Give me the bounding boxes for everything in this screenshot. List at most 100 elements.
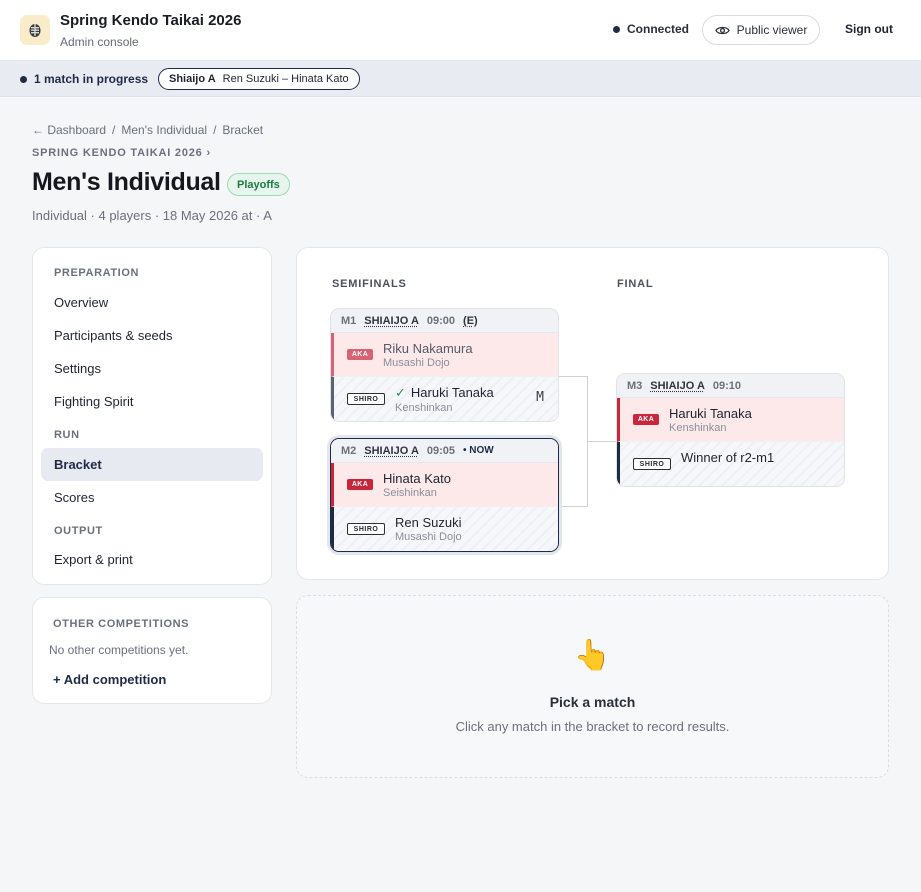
breadcrumb-separator: / — [213, 123, 217, 137]
shiro-slot: SHIRO ✓ Haruki Tanaka Kenshinkan M — [331, 377, 558, 421]
breadcrumb-section-link[interactable]: Men's Individual — [121, 123, 207, 137]
kendo-mask-icon — [29, 24, 41, 37]
section-output: OUTPUT — [54, 525, 103, 537]
public-viewer-label: Public viewer — [736, 23, 808, 37]
breadcrumb-dashboard-link[interactable]: ← Dashboard — [32, 123, 106, 137]
match-card-m3[interactable]: M3 SHIAIJO A 09:10 AKA Haruki Tanaka Ken… — [616, 373, 845, 487]
player-name: Haruki Tanaka — [410, 385, 494, 400]
live-court: Shiaijo A — [169, 73, 216, 85]
player-name-row: ✓ Haruki Tanaka — [395, 385, 494, 401]
match-header: M2 SHIAIJO A 09:05 • NOW — [331, 439, 558, 463]
player-dojo: Kenshinkan — [669, 421, 727, 434]
match-id: M3 — [627, 379, 643, 392]
connection-status: Connected — [613, 22, 689, 36]
player-name: Riku Nakamura — [383, 340, 473, 356]
shiro-tag: SHIRO — [633, 458, 671, 470]
match-id: M2 — [341, 444, 357, 457]
aka-tag: AKA — [347, 479, 373, 490]
aka-slot: AKA Hinata Kato Seishinkan — [331, 463, 558, 507]
match-card-m2[interactable]: M2 SHIAIJO A 09:05 • NOW AKA Hinata Kato… — [330, 438, 559, 552]
player: Ren Suzuki Musashi Dojo — [395, 515, 462, 543]
match-court: SHIAIJO A — [364, 314, 419, 327]
player-dojo: Seishinkan — [383, 486, 437, 499]
bracket-card: SEMIFINALS FINAL M1 SHIAIJO A 09:00 (E) … — [296, 247, 889, 580]
player-name: Ren Suzuki — [395, 515, 462, 530]
round-label-final: FINAL — [617, 278, 654, 290]
bracket-connector — [559, 376, 588, 507]
section-run: RUN — [54, 429, 80, 441]
section-preparation: PREPARATION — [54, 267, 140, 279]
match-progress: 1 match in progress — [20, 72, 148, 86]
shiro-slot: SHIRO Ren Suzuki Musashi Dojo — [331, 507, 558, 551]
match-court: SHIAIJO A — [364, 444, 419, 457]
match-progress-label: 1 match in progress — [34, 72, 149, 86]
match-card-m1[interactable]: M1 SHIAIJO A 09:00 (E) AKA Riku Nakamura… — [330, 308, 559, 422]
round-label-semifinals: SEMIFINALS — [332, 278, 407, 290]
public-viewer-button[interactable]: Public viewer — [702, 15, 820, 45]
app-subtitle: Admin console — [60, 35, 139, 49]
sign-out-button[interactable]: Sign out — [845, 22, 893, 36]
winner-check-icon: ✓ — [395, 384, 406, 400]
live-dot-icon — [20, 75, 27, 83]
aka-slot: AKA Haruki Tanaka Kenshinkan — [617, 398, 844, 442]
player: Winner of r2-m1 — [681, 450, 774, 465]
live-match-pill[interactable]: Shiaijo A Ren Suzuki – Hinata Kato — [158, 68, 360, 90]
player-dojo: Musashi Dojo — [395, 531, 462, 543]
match-detail-empty: 👆 Pick a match Click any match in the br… — [296, 595, 889, 778]
shiro-tag: SHIRO — [347, 523, 385, 535]
live-status-bar: 1 match in progress Shiaijo A Ren Suzuki… — [0, 61, 921, 97]
player-name: Winner of r2-m1 — [681, 449, 775, 465]
sidebar-item-bracket[interactable]: Bracket — [41, 448, 263, 481]
player-dojo: Musashi Dojo — [383, 356, 450, 369]
shiro-slot: SHIRO Winner of r2-m1 — [617, 442, 844, 486]
aka-tag: AKA — [633, 414, 659, 425]
other-competitions-empty: No other competitions yet. — [49, 643, 189, 657]
match-time: 09:00 — [426, 314, 456, 327]
eye-icon — [714, 26, 730, 34]
now-badge: • NOW — [463, 445, 494, 456]
sidebar-item-fighting-spirit[interactable]: Fighting Spirit — [41, 385, 263, 418]
app-title: Spring Kendo Taikai 2026 — [60, 12, 242, 29]
breadcrumb-separator: / — [112, 123, 116, 137]
sidebar-item-scores[interactable]: Scores — [41, 481, 263, 514]
shiro-tag: SHIRO — [347, 393, 385, 405]
sidebar-nav: PREPARATION Overview Participants & seed… — [32, 247, 272, 585]
match-header: M1 SHIAIJO A 09:00 (E) — [331, 309, 558, 333]
breadcrumb-current: Bracket — [222, 123, 264, 137]
add-competition-button[interactable]: + Add competition — [53, 672, 166, 687]
status-dot-icon — [613, 25, 620, 33]
match-extra: (E) — [463, 314, 478, 327]
match-time: 09:10 — [712, 379, 742, 392]
ippon-score: M — [536, 390, 544, 405]
match-header: M3 SHIAIJO A 09:10 — [617, 374, 844, 398]
player-name: Haruki Tanaka — [669, 405, 752, 421]
player-dojo: Kenshinkan — [395, 401, 453, 414]
sidebar-item-overview[interactable]: Overview — [41, 286, 263, 319]
empty-state-subtitle: Click any match in the bracket to record… — [455, 719, 730, 734]
match-court: SHIAIJO A — [650, 379, 705, 392]
other-competitions-title: OTHER COMPETITIONS — [53, 618, 190, 630]
connection-label: Connected — [627, 22, 690, 36]
aka-tag: AKA — [347, 349, 373, 360]
player: Hinata Kato Seishinkan — [383, 471, 451, 499]
bracket-connector-line — [587, 441, 616, 442]
empty-state-title: Pick a match — [549, 694, 636, 710]
competition-meta: Individual · 4 players · 18 May 2026 at … — [32, 208, 272, 223]
other-competitions-card: OTHER COMPETITIONS No other competitions… — [32, 597, 272, 704]
breadcrumb: ← Dashboard / Men's Individual / Bracket — [32, 123, 263, 137]
phase-badge: Playoffs — [227, 173, 290, 196]
live-players: Ren Suzuki – Hinata Kato — [222, 73, 349, 85]
pointing-hand-icon: 👆 — [573, 639, 612, 672]
sidebar-item-export[interactable]: Export & print — [41, 543, 263, 576]
page-title: Men's Individual — [32, 168, 221, 196]
aka-slot: AKA Riku Nakamura Musashi Dojo — [331, 333, 558, 377]
match-id: M1 — [341, 314, 357, 327]
player: Riku Nakamura Musashi Dojo — [383, 341, 473, 369]
tournament-eyebrow-link[interactable]: SPRING KENDO TAIKAI 2026 › — [32, 147, 211, 159]
player: Haruki Tanaka Kenshinkan — [669, 406, 752, 434]
sidebar-item-settings[interactable]: Settings — [41, 352, 263, 385]
sidebar-item-participants[interactable]: Participants & seeds — [41, 319, 263, 352]
player: ✓ Haruki Tanaka Kenshinkan — [395, 385, 494, 414]
match-time: 09:05 — [426, 444, 456, 457]
app-header: Spring Kendo Taikai 2026 Admin console C… — [0, 0, 921, 61]
